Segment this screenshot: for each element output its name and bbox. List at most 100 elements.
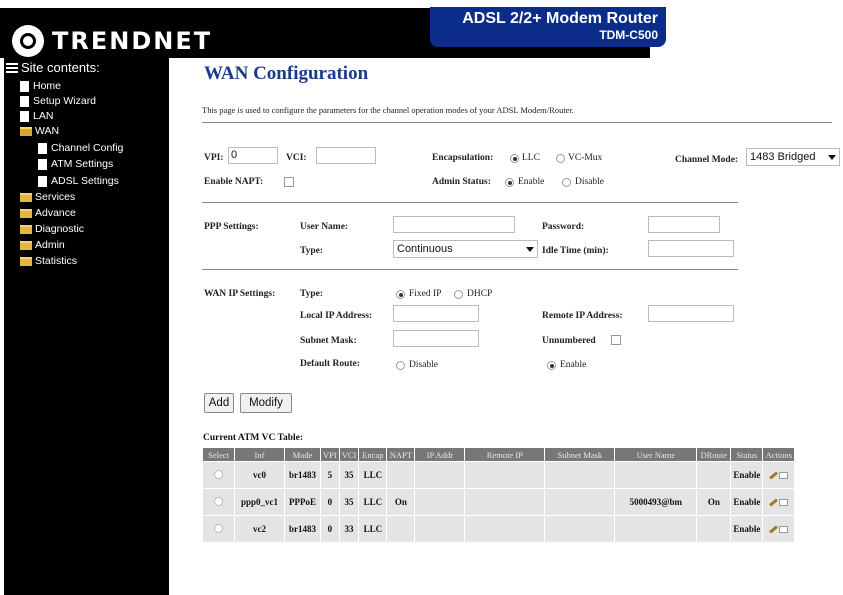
encapsulation-label: Encapsulation: bbox=[432, 153, 494, 163]
fixed-ip-radio[interactable] bbox=[396, 290, 405, 299]
row-select-radio[interactable] bbox=[214, 523, 223, 533]
sidebar-item-label: Services bbox=[35, 191, 76, 203]
logo-icon bbox=[12, 25, 44, 57]
edit-icon[interactable] bbox=[769, 525, 779, 534]
sidebar-item-label: LAN bbox=[33, 110, 54, 122]
product-title: ADSL 2/2+ Modem Router bbox=[462, 10, 658, 27]
admin-enable-radio[interactable] bbox=[505, 178, 514, 187]
route-disable-radio[interactable] bbox=[396, 361, 405, 370]
column-header: Encap bbox=[358, 447, 388, 462]
admin-enable-label: Enable bbox=[518, 177, 545, 187]
sidebar-item-home[interactable]: Home bbox=[20, 80, 61, 92]
sidebar-item-channel-config[interactable]: Channel Config bbox=[38, 142, 123, 154]
column-header: VPI bbox=[320, 447, 340, 462]
doc-icon bbox=[20, 80, 29, 92]
enable-napt-checkbox[interactable] bbox=[284, 177, 294, 187]
subnet-mask-cell bbox=[544, 515, 616, 543]
local-ip-input[interactable] bbox=[393, 305, 479, 322]
column-header: NAPT bbox=[386, 447, 416, 462]
doc-icon bbox=[38, 142, 47, 154]
logo-text: TRENDNET bbox=[52, 27, 213, 55]
edit-icon[interactable] bbox=[769, 498, 779, 507]
atm-table-title: Current ATM VC Table: bbox=[203, 433, 304, 443]
row-select-radio[interactable] bbox=[214, 469, 223, 479]
row-select-radio[interactable] bbox=[214, 496, 223, 506]
admin-disable-radio[interactable] bbox=[562, 178, 571, 187]
table-row: vc2 br1483 0 33 LLC Enable bbox=[202, 515, 796, 543]
product-banner: ADSL 2/2+ Modem Router TDM-C500 bbox=[430, 7, 666, 47]
droute-cell: On bbox=[696, 488, 732, 516]
vpi-input[interactable]: 0 bbox=[228, 147, 278, 164]
channel-mode-value: 1483 Bridged bbox=[750, 151, 816, 163]
inf-cell: ppp0_vc1 bbox=[234, 488, 285, 516]
column-header: IP Addr bbox=[414, 447, 466, 462]
column-header: Actions bbox=[762, 447, 796, 462]
ppp-settings-label: PPP Settings: bbox=[204, 222, 259, 232]
sidebar-item-services[interactable]: Services bbox=[20, 191, 75, 203]
mode-cell: PPPoE bbox=[284, 488, 321, 516]
channel-mode-select[interactable]: 1483 Bridged bbox=[746, 148, 840, 166]
droute-cell bbox=[696, 461, 732, 489]
edit-icon[interactable] bbox=[769, 471, 779, 480]
encap-llc-radio[interactable] bbox=[510, 154, 519, 163]
sidebar-item-setup-wizard[interactable]: Setup Wizard bbox=[20, 95, 96, 107]
sidebar-item-admin[interactable]: Admin bbox=[20, 239, 65, 251]
ppp-type-label: Type: bbox=[300, 246, 324, 256]
enable-napt-label: Enable NAPT: bbox=[204, 177, 264, 187]
vci-label: VCI: bbox=[286, 153, 307, 163]
column-header: Mode bbox=[284, 447, 321, 462]
select-cell[interactable] bbox=[202, 461, 235, 489]
fixed-ip-label: Fixed IP bbox=[409, 289, 442, 299]
password-input[interactable] bbox=[648, 216, 720, 233]
subnet-mask-label: Subnet Mask: bbox=[300, 336, 357, 346]
folder-icon bbox=[20, 192, 32, 202]
doc-icon bbox=[38, 158, 47, 170]
ppp-type-value: Continuous bbox=[397, 243, 453, 255]
dhcp-radio[interactable] bbox=[454, 290, 463, 299]
modify-button[interactable]: Modify bbox=[240, 393, 292, 413]
delete-icon[interactable] bbox=[779, 472, 789, 480]
subnet-mask-input[interactable] bbox=[393, 330, 479, 347]
encap-vcmux-radio[interactable] bbox=[556, 154, 565, 163]
sidebar-item-adsl-settings[interactable]: ADSL Settings bbox=[38, 175, 119, 187]
route-enable-radio[interactable] bbox=[547, 361, 556, 370]
sidebar-item-atm-settings[interactable]: ATM Settings bbox=[38, 158, 113, 170]
mode-cell: br1483 bbox=[284, 461, 321, 489]
sidebar-item-statistics[interactable]: Statistics bbox=[20, 255, 77, 267]
delete-icon[interactable] bbox=[779, 499, 789, 507]
sidebar-item-label: Setup Wizard bbox=[33, 95, 97, 107]
ppp-type-select[interactable]: Continuous bbox=[393, 240, 538, 258]
sidebar-item-label: WAN bbox=[35, 125, 60, 137]
remote-ip-input[interactable] bbox=[648, 305, 734, 322]
sidebar-title-label: Site contents: bbox=[21, 60, 100, 75]
ip-cell bbox=[414, 488, 466, 516]
add-button[interactable]: Add bbox=[204, 393, 234, 413]
local-ip-label: Local IP Address: bbox=[300, 311, 373, 321]
sidebar-item-diagnostic[interactable]: Diagnostic bbox=[20, 223, 84, 235]
ip-cell bbox=[414, 515, 466, 543]
delete-icon[interactable] bbox=[779, 526, 789, 534]
vci-input[interactable] bbox=[316, 147, 376, 164]
select-cell[interactable] bbox=[202, 515, 235, 543]
select-cell[interactable] bbox=[202, 488, 235, 516]
doc-icon bbox=[20, 110, 29, 122]
subnet-mask-cell bbox=[544, 461, 616, 489]
sidebar-item-lan[interactable]: LAN bbox=[20, 110, 53, 122]
inf-cell: vc0 bbox=[234, 461, 285, 489]
status-cell: Enable bbox=[730, 515, 764, 543]
divider bbox=[202, 122, 832, 123]
folder-open-icon bbox=[20, 126, 32, 136]
table-row: vc0 br1483 5 35 LLC Enable bbox=[202, 461, 796, 489]
status-cell: Enable bbox=[730, 488, 764, 516]
username-label: User Name: bbox=[300, 222, 349, 232]
vci-cell: 33 bbox=[338, 515, 360, 543]
vci-cell: 35 bbox=[338, 488, 360, 516]
idle-time-input[interactable] bbox=[648, 240, 734, 257]
unnumbered-checkbox[interactable] bbox=[611, 335, 621, 345]
vpi-label: VPI: bbox=[204, 153, 224, 163]
sidebar-item-label: Channel Config bbox=[51, 142, 124, 154]
sidebar-item-wan[interactable]: WAN bbox=[20, 125, 59, 137]
username-input[interactable] bbox=[393, 216, 515, 233]
sidebar-item-advance[interactable]: Advance bbox=[20, 207, 76, 219]
droute-cell bbox=[696, 515, 732, 543]
